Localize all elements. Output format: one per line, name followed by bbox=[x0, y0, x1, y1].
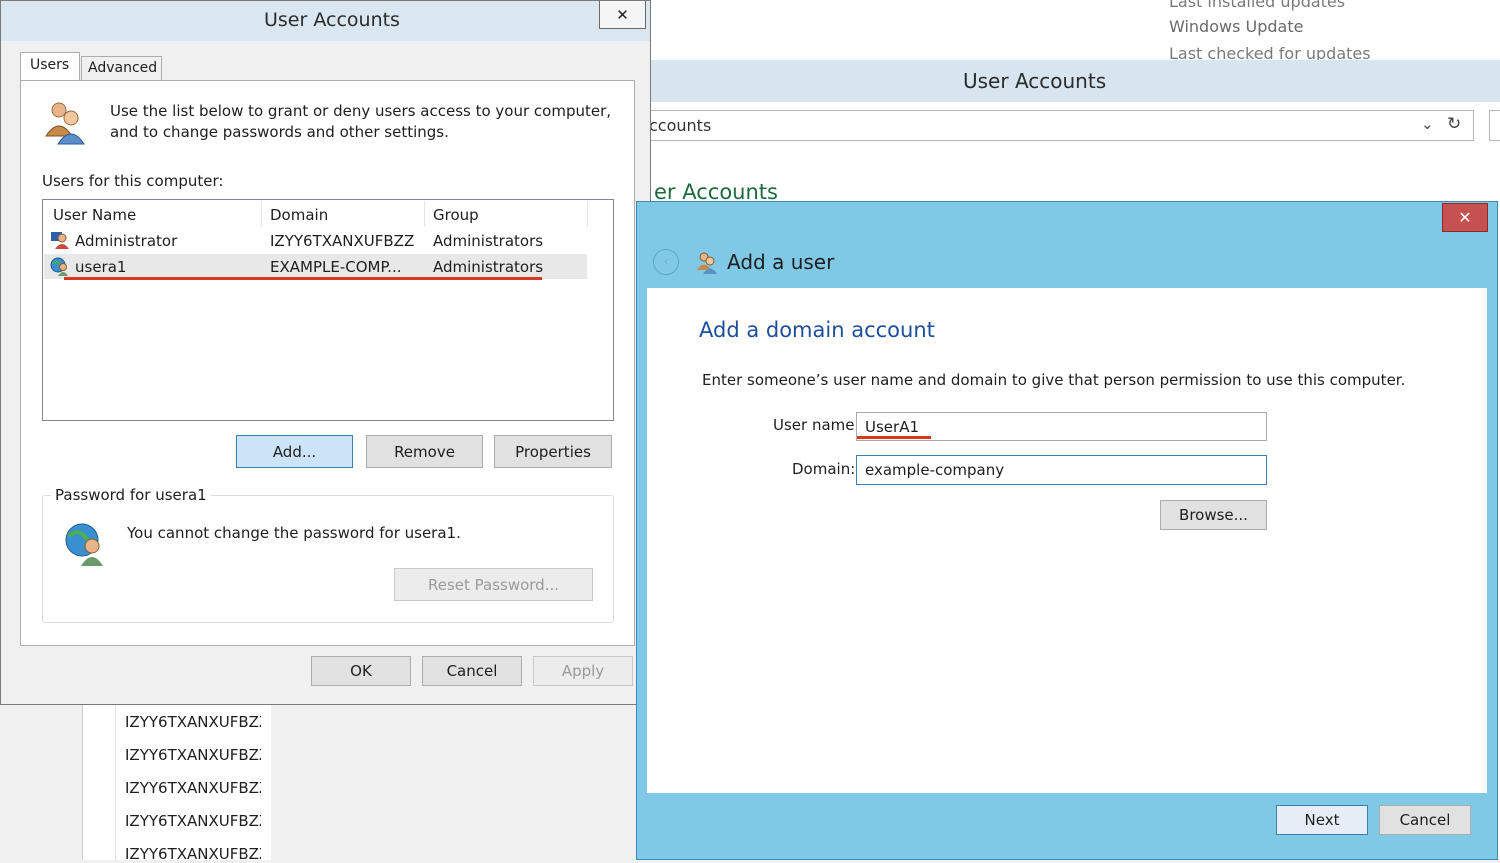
add-button[interactable]: Add... bbox=[236, 435, 353, 468]
background-list: IZYY6TXANXUFBZZ IZYY6TXANXUFBZZ IZYY6TXA… bbox=[82, 705, 271, 863]
list-cell: IZYY6TXANXUFBZZ bbox=[125, 845, 270, 863]
user-name-cell: usera1 bbox=[75, 258, 127, 276]
browse-button[interactable]: Browse... bbox=[1160, 500, 1267, 530]
column-header-username[interactable]: User Name bbox=[44, 201, 262, 227]
cancel-button[interactable]: Cancel bbox=[1379, 805, 1471, 835]
intro-line-1: Use the list below to grant or deny user… bbox=[110, 102, 612, 120]
column-header-label: Domain bbox=[270, 206, 329, 224]
password-message: You cannot change the password for usera… bbox=[127, 524, 461, 542]
table-row[interactable]: Administrator IZYY6TXANXUFBZZ Administra… bbox=[44, 228, 587, 253]
update-line-2[interactable]: Windows Update bbox=[1169, 17, 1303, 36]
row-annotation-underline bbox=[64, 277, 542, 280]
admin-user-icon bbox=[50, 230, 70, 254]
add-user-dialog: ✕ ‹ Add a user Add a domain account Ente… bbox=[636, 201, 1498, 860]
close-icon: ✕ bbox=[616, 5, 629, 24]
username-label: User name: bbox=[773, 416, 860, 434]
tab-label: Advanced bbox=[88, 60, 158, 76]
password-group: Password for usera1 You cannot change th… bbox=[42, 486, 614, 623]
users-icon bbox=[695, 250, 719, 278]
dialog-title: Add a user bbox=[727, 250, 835, 274]
reset-password-button[interactable]: Reset Password... bbox=[394, 568, 593, 601]
dialog-titlebar: User Accounts ✕ bbox=[1, 1, 650, 41]
column-header-domain[interactable]: Domain bbox=[262, 201, 425, 227]
search-box[interactable] bbox=[1489, 110, 1500, 141]
list-cell: IZYY6TXANXUFBZZ bbox=[125, 812, 270, 830]
close-button[interactable]: ✕ bbox=[599, 1, 646, 29]
dialog-title: User Accounts bbox=[264, 9, 400, 31]
domain-cell: EXAMPLE-COMP... bbox=[270, 258, 402, 276]
domain-field[interactable]: example-company bbox=[856, 455, 1267, 485]
group-cell: Administrators bbox=[433, 232, 544, 250]
tab-advanced[interactable]: Advanced bbox=[81, 56, 162, 80]
column-header-group[interactable]: Group bbox=[425, 201, 588, 227]
close-button[interactable]: ✕ bbox=[1442, 203, 1488, 232]
users-list[interactable]: User Name Domain Group Administrator IZY… bbox=[42, 199, 614, 421]
close-icon: ✕ bbox=[1458, 208, 1472, 227]
users-icon bbox=[41, 98, 89, 146]
username-field[interactable]: UserA1 bbox=[856, 412, 1267, 441]
apply-button[interactable]: Apply bbox=[533, 656, 633, 686]
tab-users[interactable]: Users bbox=[20, 52, 80, 81]
list-cell: IZYY6TXANXUFBZZ bbox=[125, 746, 270, 764]
tab-panel: Use the list below to grant or deny user… bbox=[20, 80, 635, 646]
update-line-1: Last installed updates bbox=[1169, 0, 1346, 11]
list-cell: IZYY6TXANXUFBZZ bbox=[125, 779, 270, 797]
ok-button[interactable]: OK bbox=[311, 656, 411, 686]
remove-button[interactable]: Remove bbox=[366, 435, 483, 468]
properties-button[interactable]: Properties bbox=[494, 435, 612, 468]
list-cell: IZYY6TXANXUFBZZ bbox=[125, 713, 270, 731]
domain-value: example-company bbox=[865, 461, 1005, 479]
password-group-label: Password for usera1 bbox=[51, 486, 211, 504]
description: Enter someone’s user name and domain to … bbox=[702, 371, 1406, 389]
group-cell: Administrators bbox=[433, 258, 544, 276]
refresh-icon[interactable]: ↻ bbox=[1447, 114, 1461, 134]
content-pane: Add a domain account Enter someone’s use… bbox=[647, 288, 1487, 793]
domain-user-icon bbox=[63, 520, 109, 570]
next-button[interactable]: Next bbox=[1276, 805, 1368, 835]
control-panel-titlebar: User Accounts bbox=[650, 60, 1500, 102]
back-arrow-icon: ‹ bbox=[663, 254, 669, 270]
back-button[interactable]: ‹ bbox=[653, 249, 679, 275]
list-header: User Name Domain Group bbox=[44, 201, 612, 227]
tab-label: Users bbox=[30, 57, 70, 73]
user-accounts-dialog: User Accounts ✕ Users Advanced Use the l… bbox=[0, 0, 651, 705]
address-text: ccounts bbox=[649, 116, 712, 135]
page-heading: Add a domain account bbox=[699, 318, 935, 342]
domain-cell: IZYY6TXANXUFBZZ bbox=[270, 232, 415, 250]
username-annotation-underline bbox=[857, 436, 931, 439]
users-label: Users for this computer: bbox=[42, 172, 224, 190]
address-bar[interactable]: ccounts ⌄ ↻ bbox=[648, 110, 1474, 141]
domain-label: Domain: bbox=[792, 460, 856, 478]
chevron-down-icon[interactable]: ⌄ bbox=[1421, 115, 1434, 133]
intro-line-2: and to change passwords and other settin… bbox=[110, 123, 449, 141]
table-row[interactable]: usera1 EXAMPLE-COMP... Administrators bbox=[44, 254, 587, 279]
username-value: UserA1 bbox=[865, 418, 919, 436]
user-name-cell: Administrator bbox=[75, 232, 178, 250]
column-header-label: User Name bbox=[53, 206, 137, 224]
cancel-button[interactable]: Cancel bbox=[422, 656, 522, 686]
control-panel-title: User Accounts bbox=[963, 69, 1107, 93]
column-header-label: Group bbox=[433, 206, 479, 224]
